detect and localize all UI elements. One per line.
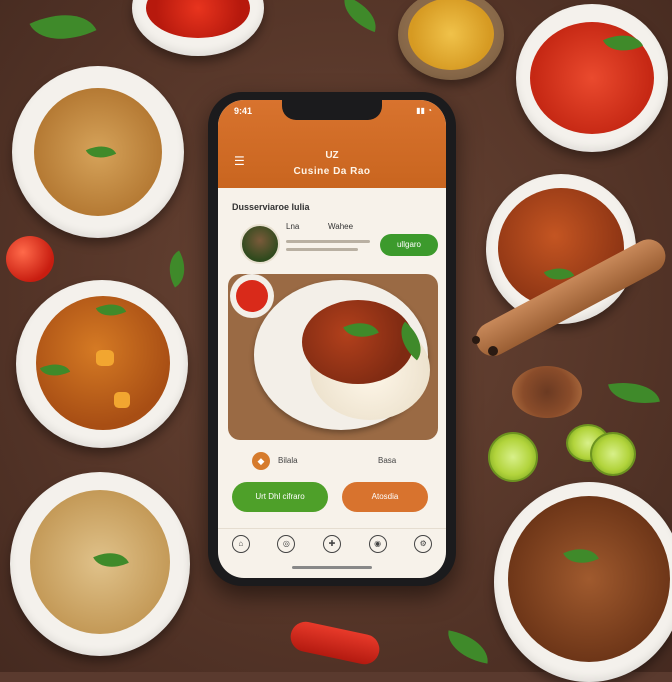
profile-name: Lna — [286, 222, 300, 231]
bowl-meat-bottom-right — [494, 482, 672, 682]
meat-curry — [508, 496, 670, 662]
spoon-spice — [512, 366, 582, 418]
curry-plate — [254, 280, 432, 430]
app-title: Cusine Da Rao — [293, 166, 371, 177]
status-icons: ▮▮ ◔ — [416, 106, 432, 115]
home-indicator[interactable] — [292, 566, 372, 569]
profile-tag: Wahee — [328, 222, 354, 231]
saffron-spice — [408, 0, 494, 70]
bowl-rice-top-left — [12, 66, 184, 238]
phone-notch — [282, 100, 382, 120]
diced-tomatoes — [146, 0, 250, 38]
nav-settings-icon[interactable]: ⚙ — [414, 535, 433, 553]
header-logo-text: UZ — [325, 150, 339, 161]
profile-description-line — [286, 240, 370, 243]
bowl-tomato-salad-top-right — [516, 4, 668, 152]
spice-seeds — [472, 336, 480, 344]
phone-screen: 9:41 ▮▮ ◔ ☰ UZ Cusine Da Rao Dusserviaro… — [218, 100, 446, 578]
squash-chunk — [114, 392, 130, 408]
meta-label-right: Basa — [378, 456, 397, 465]
cherry-tomato — [6, 236, 54, 282]
profile-description-line — [286, 248, 358, 251]
spice-seeds — [488, 346, 498, 356]
category-icon: ◆ — [252, 452, 270, 470]
nav-explore-icon[interactable]: ◎ — [277, 535, 296, 553]
bowl-curry-left — [16, 280, 188, 448]
follow-button[interactable]: ullgaro — [380, 234, 438, 256]
nav-home-icon[interactable]: ⌂ — [231, 535, 250, 553]
lime-slice — [590, 432, 636, 476]
nav-add-icon[interactable]: ✚ — [322, 535, 341, 553]
dish-hero-image[interactable] — [228, 274, 438, 440]
primary-action-button[interactable]: Urt Dhl cifraro — [232, 482, 328, 512]
smartphone: 9:41 ▮▮ ◔ ☰ UZ Cusine Da Rao Dusserviaro… — [208, 92, 456, 586]
avatar[interactable] — [240, 224, 280, 264]
section-title: Dusserviaroe lulia — [232, 202, 310, 212]
lime-slice — [488, 432, 538, 482]
squash-chunk — [96, 350, 114, 366]
chicken-curry — [302, 300, 414, 384]
bottom-nav: ⌂ ◎ ✚ ◉ ⚙ — [218, 528, 446, 559]
bowl-rice-bottom-left — [10, 472, 190, 656]
status-time: 9:41 — [234, 106, 253, 116]
secondary-action-button[interactable]: Atosdia — [342, 482, 428, 512]
meta-label: Bilala — [278, 456, 298, 465]
nav-profile-icon[interactable]: ◉ — [368, 535, 387, 553]
side-chutney-bowl — [230, 274, 274, 318]
